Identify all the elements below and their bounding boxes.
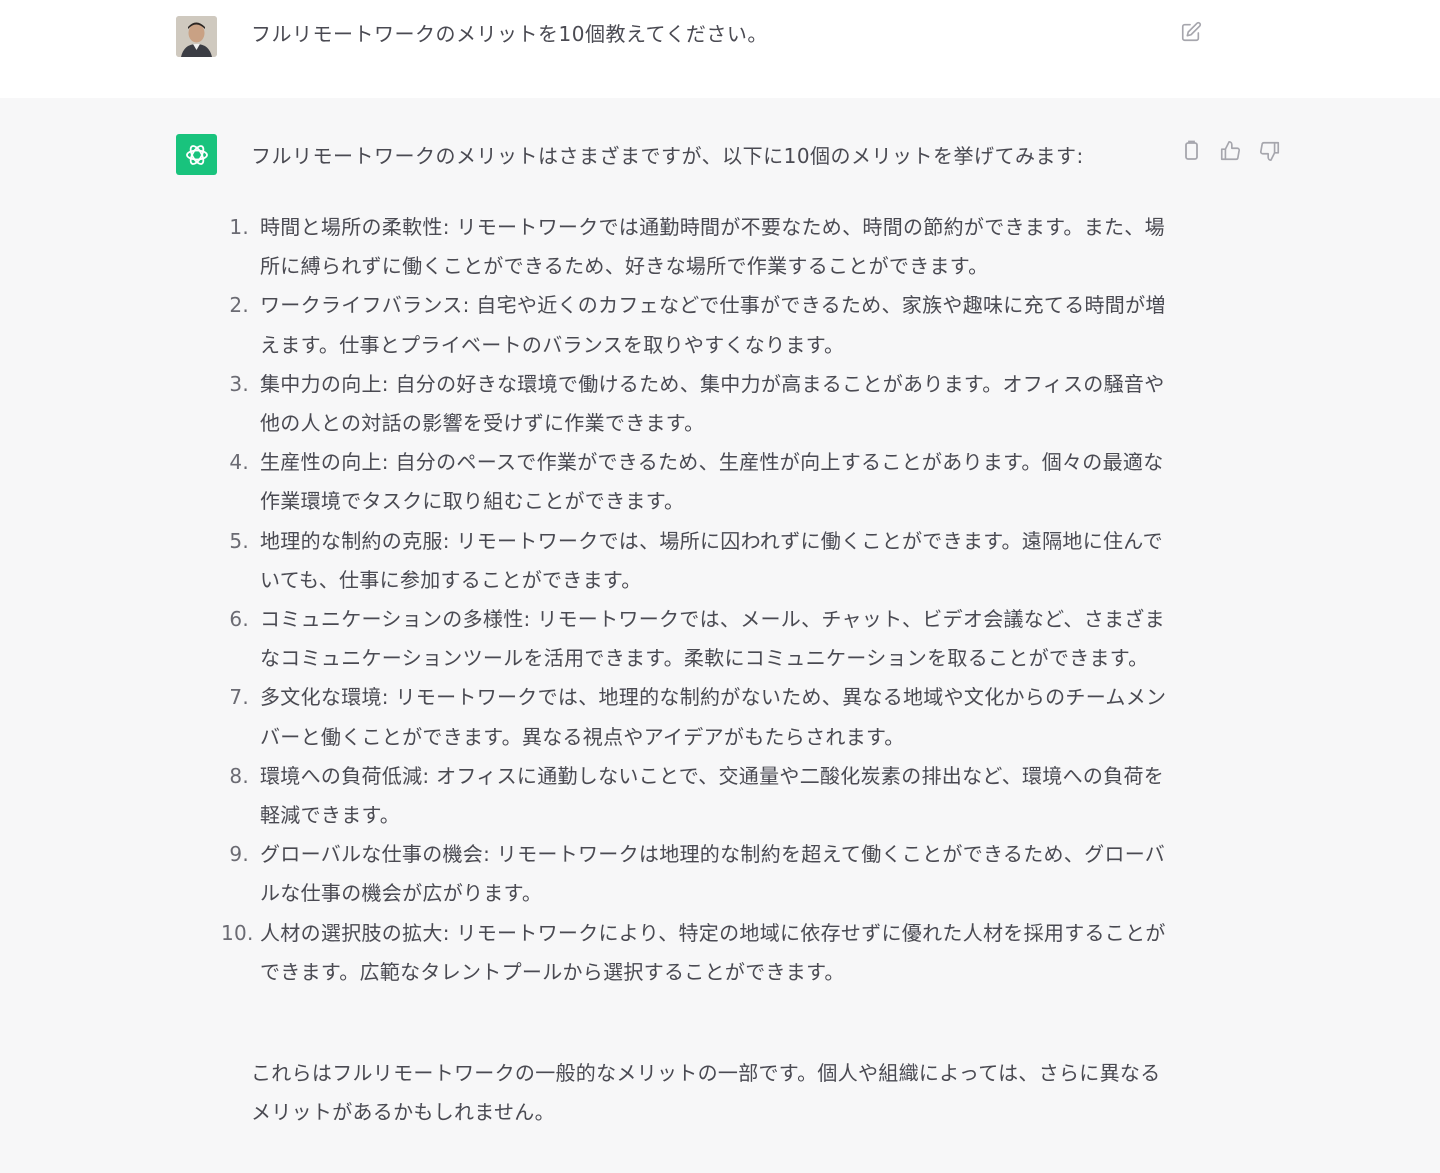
merit-list-item: 5. 地理的な制約の克服: リモートワークでは、場所に囚われずに働くことができます… [221, 522, 1171, 600]
user-message-text: フルリモートワークのメリットを10個教えてください。 [251, 22, 768, 46]
merit-list-item: 10. 人材の選択肢の拡大: リモートワークにより、特定の地域に依存せずに優れた人… [221, 914, 1171, 992]
merit-list-item: 9. グローバルな仕事の機会: リモートワークは地理的な制約を超えて働くことができ… [221, 835, 1171, 913]
thumbs-down-icon[interactable] [1258, 139, 1282, 163]
merit-list-item: 6. コミュニケーションの多様性: リモートワークでは、メール、チャット、ビデオ会… [221, 600, 1171, 678]
list-item-number: 1. [229, 215, 249, 239]
user-message-row: フルリモートワークのメリットを10個教えてください。 [0, 0, 1440, 98]
list-item-number: 10. [221, 920, 254, 945]
list-item-number: 4. [229, 450, 249, 475]
list-item-text: グローバルな仕事の機会: リモートワークは地理的な制約を超えて働くことができるた… [260, 842, 1166, 906]
list-item-number: 9. [229, 842, 249, 867]
list-item-text: 時間と場所の柔軟性: リモートワークでは通勤時間が不要なため、時間の節約ができま… [260, 215, 1165, 279]
list-item-text: 集中力の向上: 自分の好きな環境で働けるため、集中力が高まることがあります。オフ… [260, 371, 1165, 436]
user-avatar [176, 16, 217, 57]
list-item-number: 8. [229, 763, 249, 788]
list-item-text: 環境への負荷低減: オフィスに通勤しないことで、交通量や二酸化炭素の排出など、環… [260, 763, 1165, 828]
list-item-text: 人材の選択肢の拡大: リモートワークにより、特定の地域に依存せずに優れた人材を採… [260, 920, 1166, 984]
closing-text: これらはフルリモートワークの一般的なメリットの一部です。個人や組織によっては、さ… [251, 1061, 1161, 1125]
list-item-number: 3. [229, 371, 249, 396]
merit-list-item: 3. 集中力の向上: 自分の好きな環境で働けるため、集中力が高まることがあります。… [221, 365, 1171, 443]
merit-list: 1. 時間と場所の柔軟性: リモートワークでは通勤時間が不要なため、時間の節約がで… [221, 208, 1171, 992]
assistant-intro-text: フルリモートワークのメリットはさまざまですが、以下に10個のメリットを挙げてみま… [251, 144, 1084, 168]
list-item-text: ワークライフバランス: 自宅や近くのカフェなどで仕事ができるため、家族や趣味に充… [260, 293, 1166, 357]
list-item-number: 2. [229, 293, 249, 318]
edit-icon[interactable] [1179, 20, 1203, 44]
list-item-text: 地理的な制約の克服: リモートワークでは、場所に囚われずに働くことができます。遠… [260, 528, 1163, 592]
list-item-text: 多文化な環境: リモートワークでは、地理的な制約がないため、異なる地域や文化から… [260, 685, 1167, 749]
merit-list-item: 8. 環境への負荷低減: オフィスに通勤しないことで、交通量や二酸化炭素の排出など… [221, 757, 1171, 835]
merit-list-item: 2. ワークライフバランス: 自宅や近くのカフェなどで仕事ができるため、家族や趣味… [221, 286, 1171, 364]
assistant-message-row: フルリモートワークのメリットはさまざまですが、以下に10個のメリットを挙げてみま… [0, 98, 1440, 1173]
copy-icon[interactable] [1179, 139, 1203, 163]
merit-list-item: 7. 多文化な環境: リモートワークでは、地理的な制約がないため、異なる地域や文化… [221, 678, 1171, 756]
list-item-text: 生産性の向上: 自分のペースで作業ができるため、生産性が向上することがあります。… [260, 450, 1164, 514]
list-item-number: 7. [229, 685, 249, 710]
list-item-number: 5. [229, 528, 249, 553]
list-item-text: コミュニケーションの多様性: リモートワークでは、メール、チャット、ビデオ会議な… [260, 607, 1165, 671]
list-item-number: 6. [229, 607, 249, 632]
merit-list-item: 4. 生産性の向上: 自分のペースで作業ができるため、生産性が向上することがありま… [221, 443, 1171, 521]
thumbs-up-icon[interactable] [1218, 139, 1242, 163]
chatgpt-logo-icon [176, 134, 217, 175]
merit-list-item: 1. 時間と場所の柔軟性: リモートワークでは通勤時間が不要なため、時間の節約がで… [221, 208, 1171, 286]
